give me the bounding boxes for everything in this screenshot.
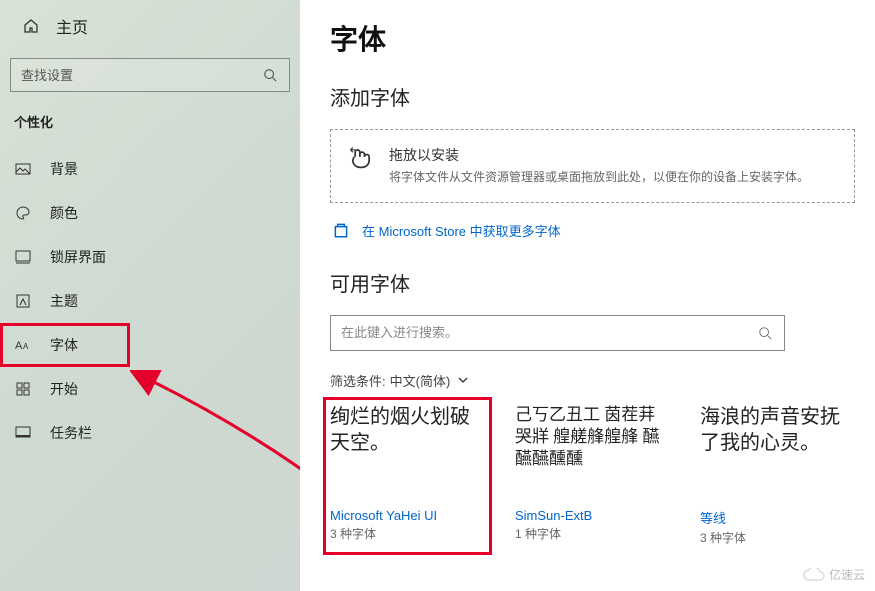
font-name: 等线 [700, 508, 855, 527]
font-drop-zone[interactable]: 拖放以安装 将字体文件从文件资源管理器或桌面拖放到此处，以便在你的设备上安装字体… [330, 129, 855, 203]
font-count: 3 种字体 [700, 529, 855, 546]
drag-hand-icon [347, 144, 375, 172]
start-icon [14, 380, 32, 398]
font-cards: 绚烂的烟火划破天空。 Microsoft YaHei UI 3 种字体 己丂乙丑… [330, 404, 855, 548]
sidebar-item-taskbar[interactable]: 任务栏 [0, 411, 300, 455]
nav-label: 背景 [50, 159, 78, 179]
drop-title: 拖放以安装 [389, 144, 809, 166]
filter-label: 筛选条件: [330, 371, 386, 390]
search-icon [756, 324, 774, 342]
font-card[interactable]: 海浪的声音安抚了我的心灵。 等线 3 种字体 [700, 404, 855, 548]
nav-label: 锁屏界面 [50, 247, 106, 267]
sidebar-item-lockscreen[interactable]: 锁屏界面 [0, 235, 300, 279]
svg-text:A: A [15, 340, 23, 352]
font-name: Microsoft YaHei UI [330, 508, 485, 523]
home-link[interactable]: 主页 [10, 8, 300, 44]
font-count: 3 种字体 [330, 525, 485, 542]
page-title: 字体 [330, 18, 855, 58]
nav-label: 开始 [50, 379, 78, 399]
sidebar-section: 个性化 [14, 112, 300, 131]
sidebar-item-fonts[interactable]: AA 字体 [0, 323, 130, 367]
font-card[interactable]: 绚烂的烟火划破天空。 Microsoft YaHei UI 3 种字体 [330, 404, 485, 548]
filter-value: 中文(简体) [390, 371, 451, 390]
home-icon [22, 17, 40, 35]
search-icon [261, 66, 279, 84]
store-link-row[interactable]: 在 Microsoft Store 中获取更多字体 [332, 221, 855, 240]
nav-label: 主题 [50, 291, 78, 311]
drop-desc: 将字体文件从文件资源管理器或桌面拖放到此处，以便在你的设备上安装字体。 [389, 170, 809, 184]
nav-label: 字体 [50, 335, 78, 355]
settings-search[interactable] [10, 58, 290, 92]
chevron-down-icon [454, 371, 472, 389]
font-preview: 己丂乙丑工 茵茬荓哭牂 艎艖艂艎艂 醼醼醼醺醺 [515, 404, 670, 502]
sidebar-item-themes[interactable]: 主题 [0, 279, 300, 323]
picture-icon [14, 160, 32, 178]
font-search-box[interactable] [330, 315, 785, 351]
font-icon: AA [14, 336, 32, 354]
drop-zone-text: 拖放以安装 将字体文件从文件资源管理器或桌面拖放到此处，以便在你的设备上安装字体… [389, 144, 809, 188]
nav-label: 任务栏 [50, 423, 92, 443]
font-search-input[interactable] [341, 325, 756, 340]
taskbar-icon [14, 424, 32, 442]
font-count: 1 种字体 [515, 525, 670, 542]
sidebar: 主页 个性化 背景 颜色 锁屏界面 主题 AA 字体 开始 任务栏 [0, 0, 300, 591]
sidebar-item-colors[interactable]: 颜色 [0, 191, 300, 235]
watermark: 亿速云 [803, 566, 865, 583]
store-icon [332, 221, 350, 239]
filter-row[interactable]: 筛选条件: 中文(简体) [330, 371, 855, 390]
lockscreen-icon [14, 248, 32, 266]
font-preview: 海浪的声音安抚了我的心灵。 [700, 404, 855, 502]
palette-icon [14, 204, 32, 222]
home-label: 主页 [56, 14, 88, 38]
store-link-text[interactable]: 在 Microsoft Store 中获取更多字体 [362, 221, 561, 240]
sidebar-item-start[interactable]: 开始 [0, 367, 300, 411]
theme-icon [14, 292, 32, 310]
settings-search-input[interactable] [21, 68, 261, 83]
font-card[interactable]: 己丂乙丑工 茵茬荓哭牂 艎艖艂艎艂 醼醼醼醺醺 SimSun-ExtB 1 种字… [515, 404, 670, 548]
nav-label: 颜色 [50, 203, 78, 223]
add-fonts-heading: 添加字体 [330, 82, 855, 111]
svg-text:A: A [23, 342, 29, 351]
font-name: SimSun-ExtB [515, 508, 670, 523]
main-content: 字体 添加字体 拖放以安装 将字体文件从文件资源管理器或桌面拖放到此处，以便在你… [300, 0, 875, 591]
available-fonts-heading: 可用字体 [330, 268, 855, 297]
watermark-text: 亿速云 [829, 566, 865, 583]
font-preview: 绚烂的烟火划破天空。 [330, 404, 485, 502]
sidebar-item-background[interactable]: 背景 [0, 147, 300, 191]
